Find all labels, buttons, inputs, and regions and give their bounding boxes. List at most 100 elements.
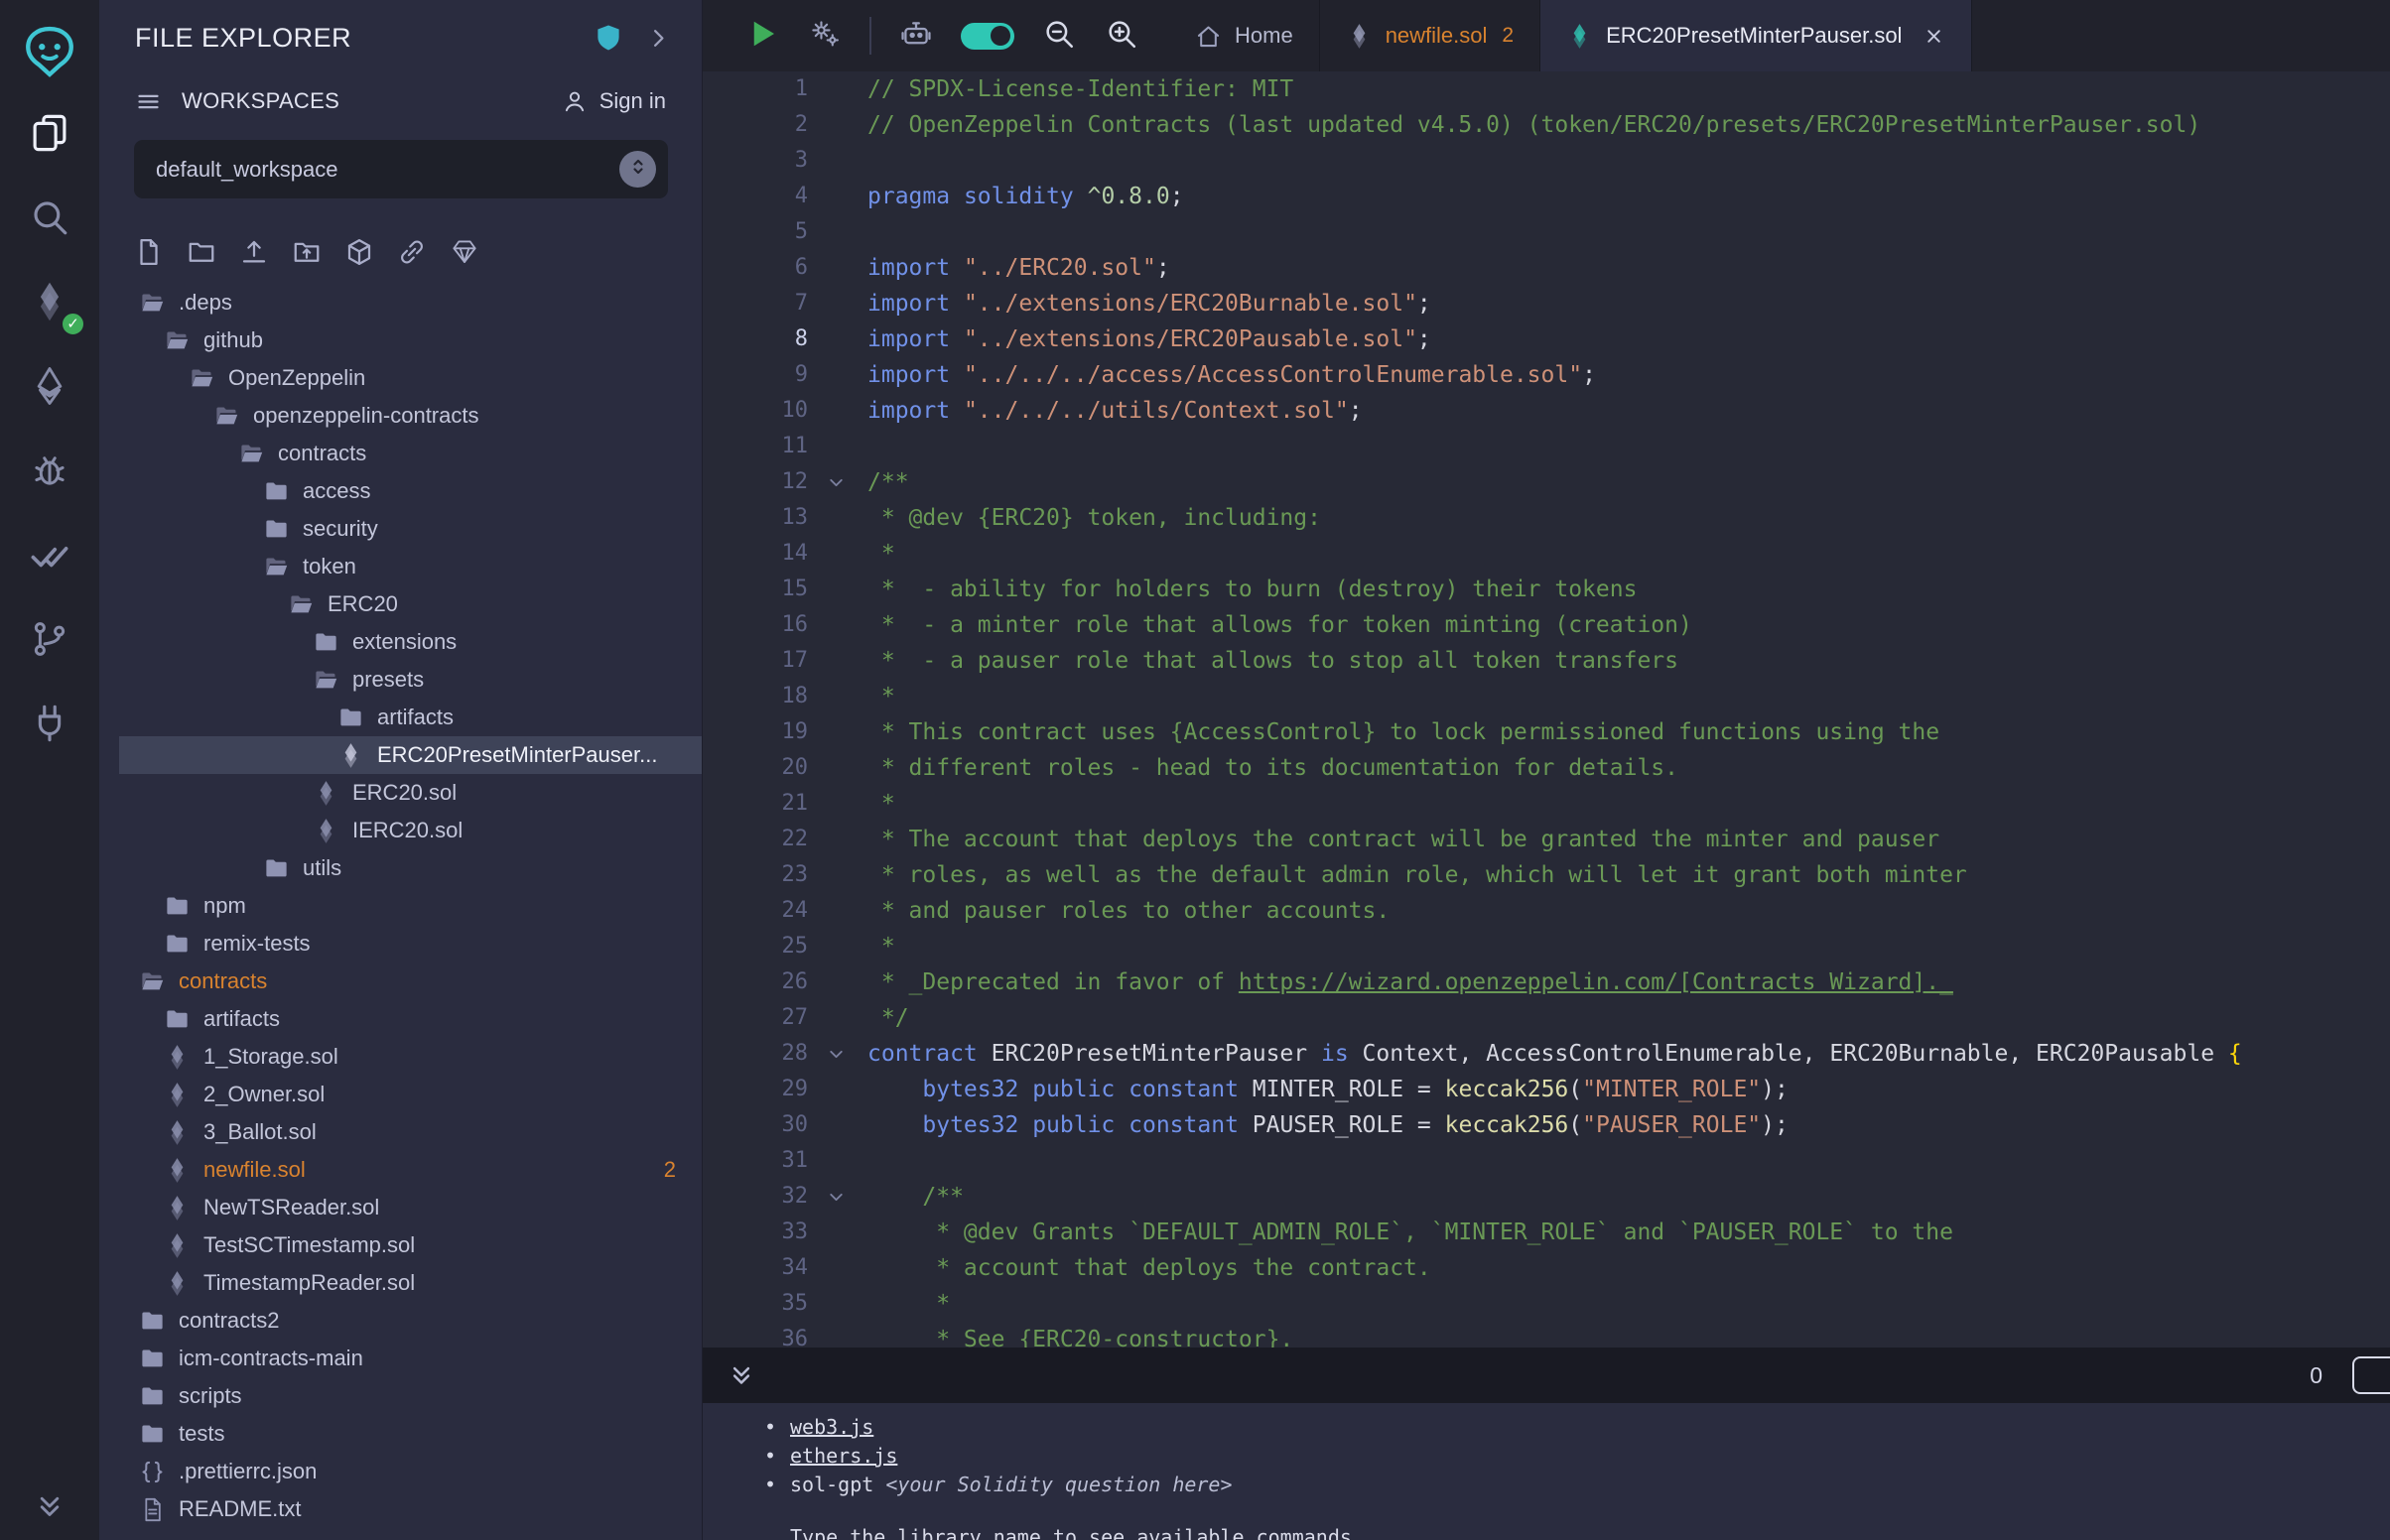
tree-item-npm[interactable]: npm: [119, 887, 702, 925]
upload-folder-button[interactable]: [292, 237, 322, 267]
create-file-button[interactable]: [134, 237, 164, 267]
tree-item-2-owner-sol[interactable]: 2_Owner.sol: [119, 1076, 702, 1113]
load-package-button[interactable]: [344, 237, 374, 267]
code-line: 29 bytes32 public constant MINTER_ROLE =…: [703, 1072, 2390, 1107]
code-line: 21 *: [703, 786, 2390, 822]
tree-item-label: TestSCTimestamp.sol: [203, 1232, 415, 1258]
tree-item-timestampreader-sol[interactable]: TimestampReader.sol: [119, 1264, 702, 1302]
iconbar-search[interactable]: [0, 178, 99, 262]
tree-item-openzeppelin[interactable]: OpenZeppelin: [119, 359, 702, 397]
code-text: * roles, as well as the default admin ro…: [863, 857, 1967, 893]
iconbar-unit-testing[interactable]: [0, 515, 99, 599]
iconbar-debugger[interactable]: [0, 431, 99, 515]
tab-newfile-sol[interactable]: newfile.sol2: [1320, 0, 1540, 71]
workspace-cycle-button[interactable]: [619, 151, 656, 188]
tree-item-erc20-sol[interactable]: ERC20.sol: [119, 774, 702, 812]
tab-home[interactable]: Home: [1169, 0, 1320, 71]
tree-item-label: openzeppelin-contracts: [253, 403, 478, 429]
tree-item-3-ballot-sol[interactable]: 3_Ballot.sol: [119, 1113, 702, 1151]
fold-toggle[interactable]: [808, 1179, 863, 1215]
iconbar-plugin-manager[interactable]: [0, 684, 99, 768]
ai-copilot-toggle[interactable]: [961, 23, 1014, 50]
tree-item-openzeppelin-contracts[interactable]: openzeppelin-contracts: [119, 397, 702, 435]
tree-item-presets[interactable]: presets: [119, 661, 702, 699]
tree-item-security[interactable]: security: [119, 510, 702, 548]
tree-item-tests[interactable]: tests: [119, 1415, 702, 1453]
tree-item-access[interactable]: access: [119, 472, 702, 510]
tree-item-ierc20-sol[interactable]: IERC20.sol: [119, 812, 702, 849]
terminal-link[interactable]: ethers.js: [790, 1442, 897, 1471]
workspace-select[interactable]: default_workspace: [134, 140, 668, 198]
fold-toggle[interactable]: [808, 464, 863, 500]
tree-item-scripts[interactable]: scripts: [119, 1377, 702, 1415]
upload-file-button[interactable]: [239, 237, 269, 267]
workspaces-menu-button[interactable]: [135, 88, 162, 115]
code-text: bytes32 public constant PAUSER_ROLE = ke…: [863, 1107, 1789, 1143]
tree-item-label: token: [303, 554, 356, 579]
tree-item-utils[interactable]: utils: [119, 849, 702, 887]
fold-gutter: [808, 286, 863, 321]
close-tab-icon[interactable]: [1923, 25, 1945, 48]
bullet: •: [764, 1471, 790, 1499]
tree-item-1-storage-sol[interactable]: 1_Storage.sol: [119, 1038, 702, 1076]
tree-item-prettierrc-json[interactable]: .prettierrc.json: [119, 1453, 702, 1490]
sol-file-icon: [164, 1232, 191, 1259]
tree-item-contracts2[interactable]: contracts2: [119, 1302, 702, 1340]
publish-workspace-button[interactable]: [450, 237, 479, 267]
terminal-search-box[interactable]: [2352, 1356, 2390, 1394]
tree-item-remix-tests[interactable]: remix-tests: [119, 925, 702, 962]
code-line: 26 * _Deprecated in favor of https://wiz…: [703, 964, 2390, 1000]
terminal-text: Type the library name to see available c…: [790, 1523, 1352, 1540]
create-folder-button[interactable]: [187, 237, 216, 267]
iconbar-solidity-compiler[interactable]: ✓: [0, 262, 99, 346]
iconbar-file-explorer[interactable]: [0, 93, 99, 178]
tree-item-newtsreader-sol[interactable]: NewTSReader.sol: [119, 1189, 702, 1226]
fold-toggle[interactable]: [808, 1036, 863, 1072]
fold-gutter: [808, 1107, 863, 1143]
tree-item-erc20[interactable]: ERC20: [119, 585, 702, 623]
files-icon: [29, 112, 70, 159]
collapse-icon-bar-button[interactable]: [0, 1478, 99, 1538]
tree-item-icm-contracts-main[interactable]: icm-contracts-main: [119, 1340, 702, 1377]
tree-item-artifacts[interactable]: artifacts: [119, 1000, 702, 1038]
iconbar-deploy-and-run[interactable]: [0, 346, 99, 431]
iconbar-git[interactable]: [0, 599, 99, 684]
expand-panel-button[interactable]: [645, 25, 672, 52]
terminal-link[interactable]: web3.js: [790, 1413, 873, 1442]
code-line: 25 *: [703, 929, 2390, 964]
compile-settings-button[interactable]: [807, 18, 843, 54]
code-text: [863, 1143, 867, 1179]
tree-item-contracts[interactable]: contracts: [119, 962, 702, 1000]
tree-item-erc20presetminterpauser[interactable]: ERC20PresetMinterPauser...: [119, 736, 702, 774]
tree-item-token[interactable]: token: [119, 548, 702, 585]
import-from-url-button[interactable]: [397, 237, 427, 267]
tree-item-artifacts[interactable]: artifacts: [119, 699, 702, 736]
line-number: 18: [703, 679, 808, 714]
expand-terminal-button[interactable]: [727, 1360, 756, 1390]
zoom-out-button[interactable]: [1041, 18, 1077, 54]
code-line: 7import "../extensions/ERC20Burnable.sol…: [703, 286, 2390, 321]
tab-erc20presetminterpauser-sol[interactable]: ERC20PresetMinterPauser.sol: [1540, 0, 1972, 71]
code-editor[interactable]: 1// SPDX-License-Identifier: MIT2// Open…: [703, 71, 2390, 1348]
tab-label: ERC20PresetMinterPauser.sol: [1606, 23, 1902, 49]
zoom-in-button[interactable]: [1104, 18, 1139, 54]
tree-item-extensions[interactable]: extensions: [119, 623, 702, 661]
code-line: 30 bytes32 public constant PAUSER_ROLE =…: [703, 1107, 2390, 1143]
tree-item-newfile-sol[interactable]: newfile.sol2: [119, 1151, 702, 1189]
code-line: 12/**: [703, 464, 2390, 500]
code-text: * account that deploys the contract.: [863, 1250, 1431, 1286]
sign-in-button[interactable]: Sign in: [562, 88, 666, 114]
tree-item-label: github: [203, 327, 263, 353]
tree-item-contracts[interactable]: contracts: [119, 435, 702, 472]
tree-item-deps[interactable]: .deps: [119, 284, 702, 321]
fold-gutter: [808, 1215, 863, 1250]
run-script-button[interactable]: [744, 18, 780, 54]
code-line: 28contract ERC20PresetMinterPauser is Co…: [703, 1036, 2390, 1072]
tree-item-readme-txt[interactable]: README.txt: [119, 1490, 702, 1528]
tree-item-testsctimestamp-sol[interactable]: TestSCTimestamp.sol: [119, 1226, 702, 1264]
remix-ai-button[interactable]: [898, 18, 934, 54]
double-chevron-down-icon: [33, 1489, 66, 1528]
tree-item-github[interactable]: github: [119, 321, 702, 359]
iconbar-remix-logo[interactable]: [0, 14, 99, 93]
remix-icon: [21, 23, 78, 85]
